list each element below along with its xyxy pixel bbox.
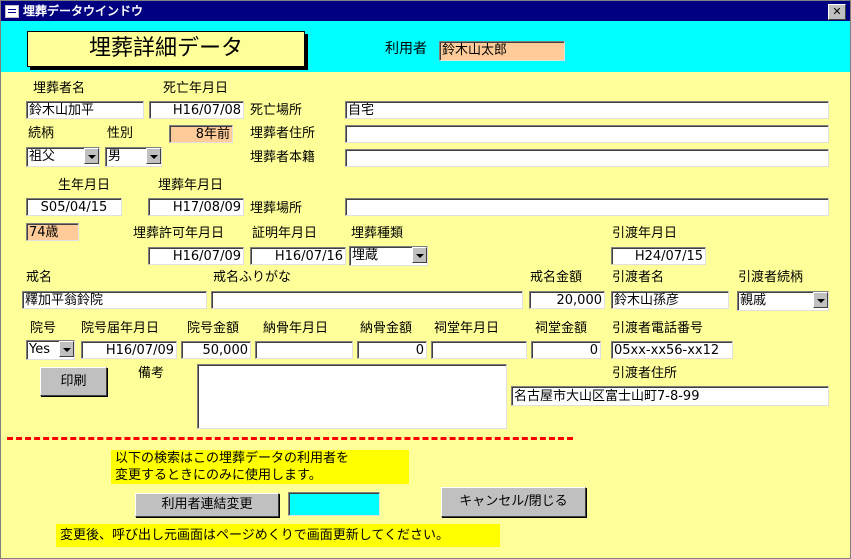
death-date-field[interactable]: H16/07/08	[149, 101, 244, 119]
domicile-field[interactable]	[345, 149, 829, 167]
close-button[interactable]: ✕	[828, 4, 846, 20]
nokotsu-date-label: 納骨年月日	[263, 321, 329, 336]
sex-combo[interactable]: 男	[105, 147, 162, 167]
print-button[interactable]: 印刷	[40, 367, 107, 396]
years-since-field: 8年前	[169, 125, 233, 143]
relation-combo[interactable]: 祖父	[26, 147, 100, 167]
remarks-label: 備考	[138, 366, 165, 381]
burial-date-label: 埋葬年月日	[158, 178, 224, 193]
separator-line	[7, 437, 573, 440]
recipient-phone-field[interactable]: 05xx-xx56-xx12	[611, 341, 733, 359]
window-title: 埋葬データウインドウ	[23, 4, 144, 18]
chevron-down-icon[interactable]	[813, 292, 828, 308]
form-icon	[5, 5, 19, 18]
shido-date-label: 祠堂年月日	[434, 321, 500, 336]
recipient-relation-combo[interactable]: 親戚	[737, 291, 829, 311]
handover-date-field[interactable]: H24/07/15	[611, 247, 706, 265]
domicile-label: 埋葬者本籍	[250, 150, 316, 165]
recipient-relation-value: 親戚	[740, 293, 767, 308]
burial-place-field[interactable]	[345, 198, 829, 216]
window: 埋葬データウインドウ ✕ 埋葬詳細データ 利用者 鈴木山太郎 埋葬者名 死亡年月…	[0, 0, 851, 559]
sex-label: 性別	[107, 126, 134, 141]
birth-date-label: 生年月日	[58, 178, 111, 193]
search-notice-line2: 変更するときにのみに使用します。	[115, 468, 322, 483]
kaimyo-fee-label: 戒名金額	[530, 270, 583, 285]
death-date-label: 死亡年月日	[163, 81, 229, 96]
address-label: 埋葬者住所	[250, 126, 316, 141]
search-notice-line1: 以下の検索はこの埋葬データの利用者を	[115, 451, 350, 466]
relation-label: 続柄	[28, 126, 55, 141]
ingo-date-field[interactable]: H16/07/09	[81, 341, 177, 359]
recipient-field[interactable]: 鈴木山孫彦	[611, 291, 729, 309]
ingo-fee-field[interactable]: 50,000	[181, 341, 251, 359]
permit-date-label: 埋葬許可年月日	[133, 226, 225, 241]
recipient-label: 引渡者名	[612, 270, 665, 285]
burial-type-combo[interactable]: 埋蔵	[349, 246, 428, 266]
burial-type-value: 埋蔵	[352, 248, 379, 263]
relation-value: 祖父	[29, 149, 56, 164]
user-field[interactable]: 鈴木山太郎	[439, 41, 565, 61]
permit-date-field[interactable]: H16/07/09	[148, 247, 244, 265]
ingo-date-label: 院号届年月日	[81, 321, 160, 336]
address-field[interactable]	[345, 125, 829, 143]
burial-type-label: 埋葬種類	[351, 226, 404, 241]
ingo-value: Yes	[29, 342, 50, 357]
nokotsu-fee-label: 納骨金額	[360, 321, 413, 336]
form-title: 埋葬詳細データ	[27, 31, 305, 67]
nokotsu-date-field[interactable]	[255, 341, 353, 359]
ingo-label: 院号	[30, 321, 57, 336]
handover-date-label: 引渡年月日	[612, 226, 678, 241]
user-search-input[interactable]	[288, 492, 380, 516]
birth-date-field[interactable]: S05/04/15	[26, 198, 122, 216]
burial-place-label: 埋葬場所	[250, 201, 303, 216]
after-change-notice: 変更後、呼び出し元画面はページめくりで画面更新してください。	[56, 524, 500, 547]
title-bar: 埋葬データウインドウ ✕	[1, 1, 850, 21]
deceased-name-label: 埋葬者名	[33, 81, 86, 96]
cancel-close-button[interactable]: キャンセル/閉じる	[441, 487, 586, 517]
kaimyo-kana-field[interactable]	[211, 291, 523, 309]
kaimyo-field[interactable]: 釋加平翁鈴院	[22, 291, 207, 309]
recipient-address-label: 引渡者住所	[612, 366, 678, 381]
recipient-phone-label: 引渡者電話番号	[612, 321, 704, 336]
sex-value: 男	[108, 149, 122, 164]
deceased-name-field[interactable]: 鈴木山加平	[26, 101, 144, 119]
remarks-field[interactable]	[197, 364, 507, 429]
ingo-combo[interactable]: Yes	[26, 340, 75, 360]
death-place-label: 死亡場所	[250, 103, 303, 118]
shido-fee-label: 祠堂金額	[535, 321, 588, 336]
kaimyo-fee-field[interactable]: 20,000	[529, 291, 605, 309]
chevron-down-icon[interactable]	[84, 148, 99, 164]
nokotsu-fee-field[interactable]: 0	[357, 341, 427, 359]
cert-date-field[interactable]: H16/07/16	[250, 247, 346, 265]
kaimyo-kana-label: 戒名ふりがな	[213, 270, 292, 285]
change-link-button[interactable]: 利用者連結変更	[135, 493, 279, 517]
recipient-address-field[interactable]: 名古屋市大山区富士山町7-8-99	[511, 386, 829, 406]
cert-date-label: 証明年月日	[252, 226, 318, 241]
ingo-fee-label: 院号金額	[187, 321, 240, 336]
chevron-down-icon[interactable]	[412, 247, 427, 263]
user-label: 利用者	[385, 41, 427, 57]
recipient-relation-label: 引渡者続柄	[738, 270, 804, 285]
burial-date-field[interactable]: H17/08/09	[148, 198, 244, 216]
shido-date-field[interactable]	[431, 341, 527, 359]
death-place-field[interactable]: 自宅	[345, 101, 829, 119]
search-notice: 以下の検索はこの埋葬データの利用者を 変更するときにのみに使用します。	[111, 450, 409, 484]
age-field: 74歳	[26, 223, 79, 241]
kaimyo-label: 戒名	[26, 270, 53, 285]
shido-fee-field[interactable]: 0	[531, 341, 601, 359]
chevron-down-icon[interactable]	[59, 341, 74, 357]
chevron-down-icon[interactable]	[146, 148, 161, 164]
